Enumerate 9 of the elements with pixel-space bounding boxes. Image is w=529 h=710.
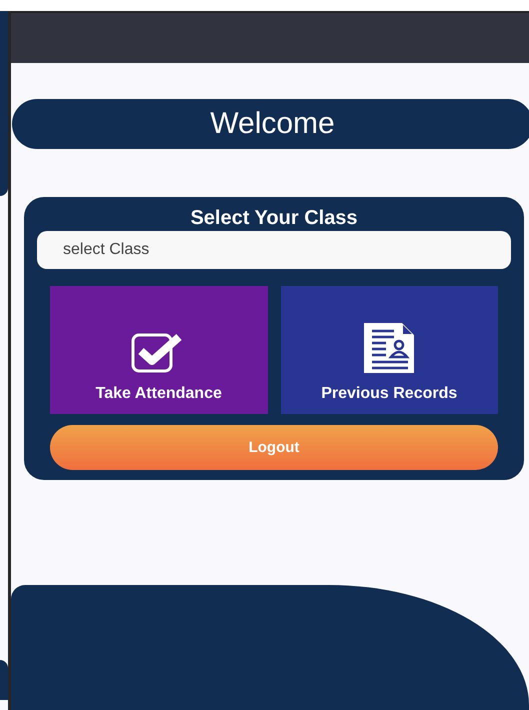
tile-label: Take Attendance	[96, 385, 222, 403]
class-field[interactable]: select Class	[37, 231, 511, 269]
tile-label: Previous Records	[321, 385, 458, 403]
side-panel-edge	[0, 660, 8, 700]
document-icon	[364, 323, 414, 373]
records-tile[interactable]: Previous Records	[280, 286, 498, 414]
card-title: Select Your Class	[190, 206, 358, 231]
attendance-tile[interactable]: Take Attendance	[50, 286, 268, 414]
welcome-banner: Welcome	[12, 99, 529, 149]
